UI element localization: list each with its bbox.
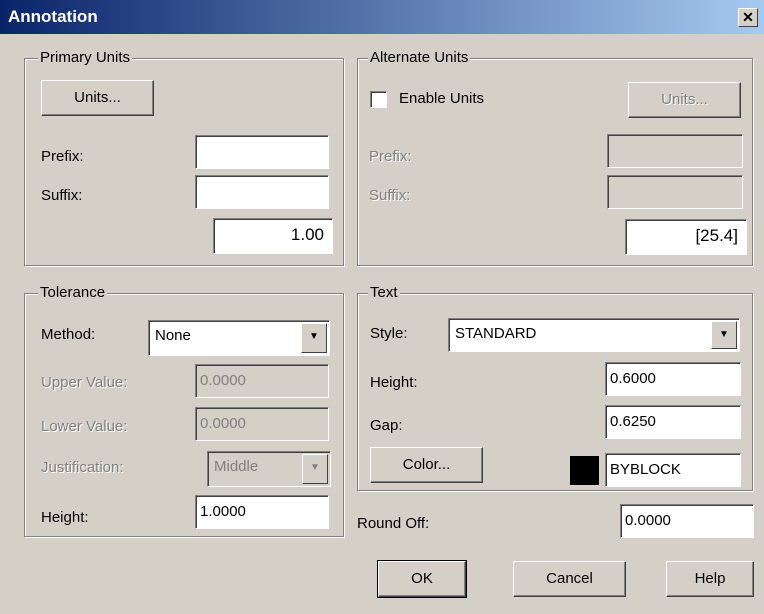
style-label: Style:: [370, 325, 408, 342]
primary-units-legend: Primary Units: [38, 49, 133, 66]
tolerance-height-input[interactable]: 1.0000: [195, 495, 329, 529]
primary-units-button[interactable]: Units...: [41, 80, 154, 116]
alternate-sample-display: [25.4]: [625, 219, 747, 255]
text-height-label: Height:: [370, 374, 418, 391]
cancel-button[interactable]: Cancel: [513, 561, 626, 597]
gap-label: Gap:: [370, 417, 403, 434]
method-label: Method:: [41, 326, 96, 343]
round-off-label: Round Off:: [357, 515, 430, 532]
primary-sample-display: 1.00: [213, 218, 333, 254]
style-value: STANDARD: [455, 325, 537, 342]
lower-value-label: Lower Value:: [41, 418, 128, 435]
chevron-down-icon[interactable]: ▼: [711, 321, 737, 349]
justification-value: Middle: [214, 458, 259, 475]
style-dropdown[interactable]: STANDARD ▼: [448, 318, 740, 352]
window-title: Annotation: [8, 7, 98, 26]
gap-input[interactable]: 0.6250: [605, 405, 741, 439]
color-swatch: [570, 456, 599, 485]
justification-dropdown[interactable]: Middle ▼: [207, 451, 331, 487]
justification-label: Justification:: [41, 459, 124, 476]
alternate-units-button[interactable]: Units...: [628, 82, 741, 118]
title-bar: [0, 0, 764, 34]
close-button[interactable]: ✕: [738, 8, 758, 27]
chevron-down-icon[interactable]: ▼: [302, 454, 328, 484]
method-dropdown[interactable]: None ▼: [148, 320, 330, 356]
round-off-input[interactable]: 0.0000: [620, 504, 754, 538]
prefix-label: Prefix:: [41, 148, 84, 165]
method-value: None: [155, 327, 191, 344]
alternate-prefix-label: Prefix:: [369, 148, 412, 165]
ok-button-label: OK: [411, 570, 433, 587]
upper-value-label: Upper Value:: [41, 374, 128, 391]
text-legend: Text: [368, 284, 400, 301]
ok-button[interactable]: OK: [377, 560, 467, 598]
tolerance-height-label: Height:: [41, 509, 89, 526]
color-value-display: BYBLOCK: [605, 453, 741, 487]
cancel-button-label: Cancel: [546, 570, 593, 587]
upper-value-input[interactable]: 0.0000: [195, 364, 329, 398]
help-button-label: Help: [694, 570, 726, 587]
color-button-label: Color...: [402, 456, 451, 473]
prefix-input[interactable]: [195, 135, 329, 169]
help-button[interactable]: Help: [666, 561, 754, 597]
alternate-suffix-label: Suffix:: [369, 187, 411, 204]
chevron-down-icon[interactable]: ▼: [301, 323, 327, 353]
suffix-label: Suffix:: [41, 187, 83, 204]
alternate-units-button-label: Units...: [661, 91, 708, 108]
alternate-suffix-input[interactable]: [607, 175, 743, 209]
primary-units-button-label: Units...: [74, 89, 121, 106]
enable-units-label[interactable]: Enable Units: [399, 90, 484, 107]
suffix-input[interactable]: [195, 175, 329, 209]
color-button[interactable]: Color...: [370, 447, 483, 483]
alternate-prefix-input[interactable]: [607, 134, 743, 168]
tolerance-legend: Tolerance: [38, 284, 108, 301]
enable-units-checkbox[interactable]: [370, 91, 387, 108]
text-height-input[interactable]: 0.6000: [605, 362, 741, 396]
lower-value-input[interactable]: 0.0000: [195, 407, 329, 441]
alternate-units-legend: Alternate Units: [368, 49, 471, 66]
